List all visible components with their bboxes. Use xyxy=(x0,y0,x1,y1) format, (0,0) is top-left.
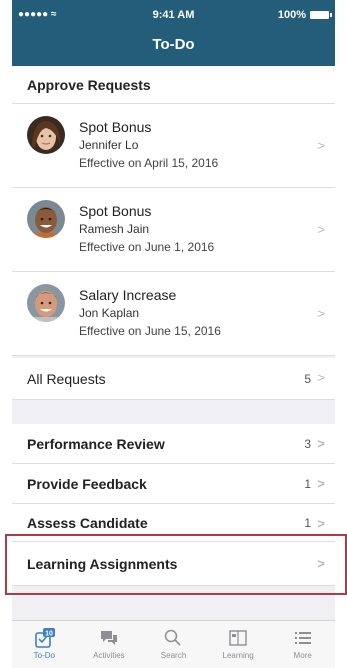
tab-label: Search xyxy=(160,651,187,660)
page-title: To-Do xyxy=(152,36,195,53)
request-text: Spot Bonus Ramesh Jain Effective on June… xyxy=(79,202,214,257)
chevron-right-icon: > xyxy=(317,476,325,491)
more-icon xyxy=(271,628,335,648)
approve-requests-heading: Approve Requests xyxy=(12,66,335,104)
avatar xyxy=(27,284,65,322)
tab-bar: 10 To-Do Activities Search Learning More xyxy=(12,620,335,668)
request-effective-date: Effective on June 1, 2016 xyxy=(79,240,215,254)
all-requests-label: All Requests xyxy=(27,370,106,387)
request-person: Jennifer Lo xyxy=(79,138,139,152)
task-count: 1 xyxy=(304,476,311,491)
avatar xyxy=(27,200,65,238)
task-row-performance-review[interactable]: Performance Review 3 > xyxy=(12,424,335,464)
chevron-right-icon: > xyxy=(317,138,325,153)
battery-indicator: 100% xyxy=(277,9,332,21)
status-bar: ●●●●● ≈ 9:41 AM 100% xyxy=(12,9,335,23)
todo-badge: 10 xyxy=(45,631,53,638)
request-row[interactable]: Spot Bonus Jennifer Lo Effective on Apri… xyxy=(12,104,335,188)
request-text: Spot Bonus Jennifer Lo Effective on Apri… xyxy=(79,118,218,173)
request-text: Salary Increase Jon Kaplan Effective on … xyxy=(79,286,221,341)
tab-todo[interactable]: 10 To-Do xyxy=(12,621,76,660)
phone-screen: ●●●●● ≈ 9:41 AM 100% To-Do Approve Reque… xyxy=(0,0,347,668)
tab-search[interactable]: Search xyxy=(141,621,205,660)
tab-label: Learning xyxy=(222,651,254,660)
tab-learning[interactable]: Learning xyxy=(206,621,270,660)
battery-icon xyxy=(310,11,332,19)
request-type: Spot Bonus xyxy=(79,119,152,135)
learning-icon xyxy=(206,628,270,648)
chevron-right-icon: > xyxy=(317,370,325,385)
task-row-provide-feedback[interactable]: Provide Feedback 1 > xyxy=(12,464,335,504)
tab-more[interactable]: More xyxy=(271,621,335,660)
top-bar: ●●●●● ≈ 9:41 AM 100% To-Do xyxy=(12,0,335,66)
all-requests-row[interactable]: All Requests 5 > xyxy=(12,358,335,400)
task-count: 1 xyxy=(304,515,311,530)
request-type: Spot Bonus xyxy=(79,203,152,219)
task-label: Performance Review xyxy=(27,435,165,452)
request-effective-date: Effective on June 15, 2016 xyxy=(79,324,221,338)
tab-label: To-Do xyxy=(33,651,55,660)
task-count: 3 xyxy=(304,436,311,451)
request-person: Jon Kaplan xyxy=(79,306,140,320)
request-person: Ramesh Jain xyxy=(79,222,150,236)
request-row[interactable]: Spot Bonus Ramesh Jain Effective on June… xyxy=(12,188,335,272)
activities-icon xyxy=(77,628,141,648)
all-requests-count: 5 xyxy=(304,371,311,386)
request-row[interactable]: Salary Increase Jon Kaplan Effective on … xyxy=(12,272,335,356)
tab-label: More xyxy=(293,651,312,660)
chevron-right-icon: > xyxy=(317,222,325,237)
chevron-right-icon: > xyxy=(317,516,325,531)
request-type: Salary Increase xyxy=(79,287,177,303)
request-effective-date: Effective on April 15, 2016 xyxy=(79,156,219,170)
battery-percent: 100% xyxy=(277,9,306,21)
tab-label: Activities xyxy=(93,651,125,660)
tab-activities[interactable]: Activities xyxy=(77,621,141,660)
chevron-right-icon: > xyxy=(317,306,325,321)
highlight-box xyxy=(5,534,347,595)
avatar xyxy=(27,116,65,154)
task-label: Provide Feedback xyxy=(27,475,147,492)
todo-icon: 10 xyxy=(12,628,76,648)
search-icon xyxy=(141,628,205,648)
task-label: Assess Candidate xyxy=(27,514,148,531)
chevron-right-icon: > xyxy=(317,436,325,451)
